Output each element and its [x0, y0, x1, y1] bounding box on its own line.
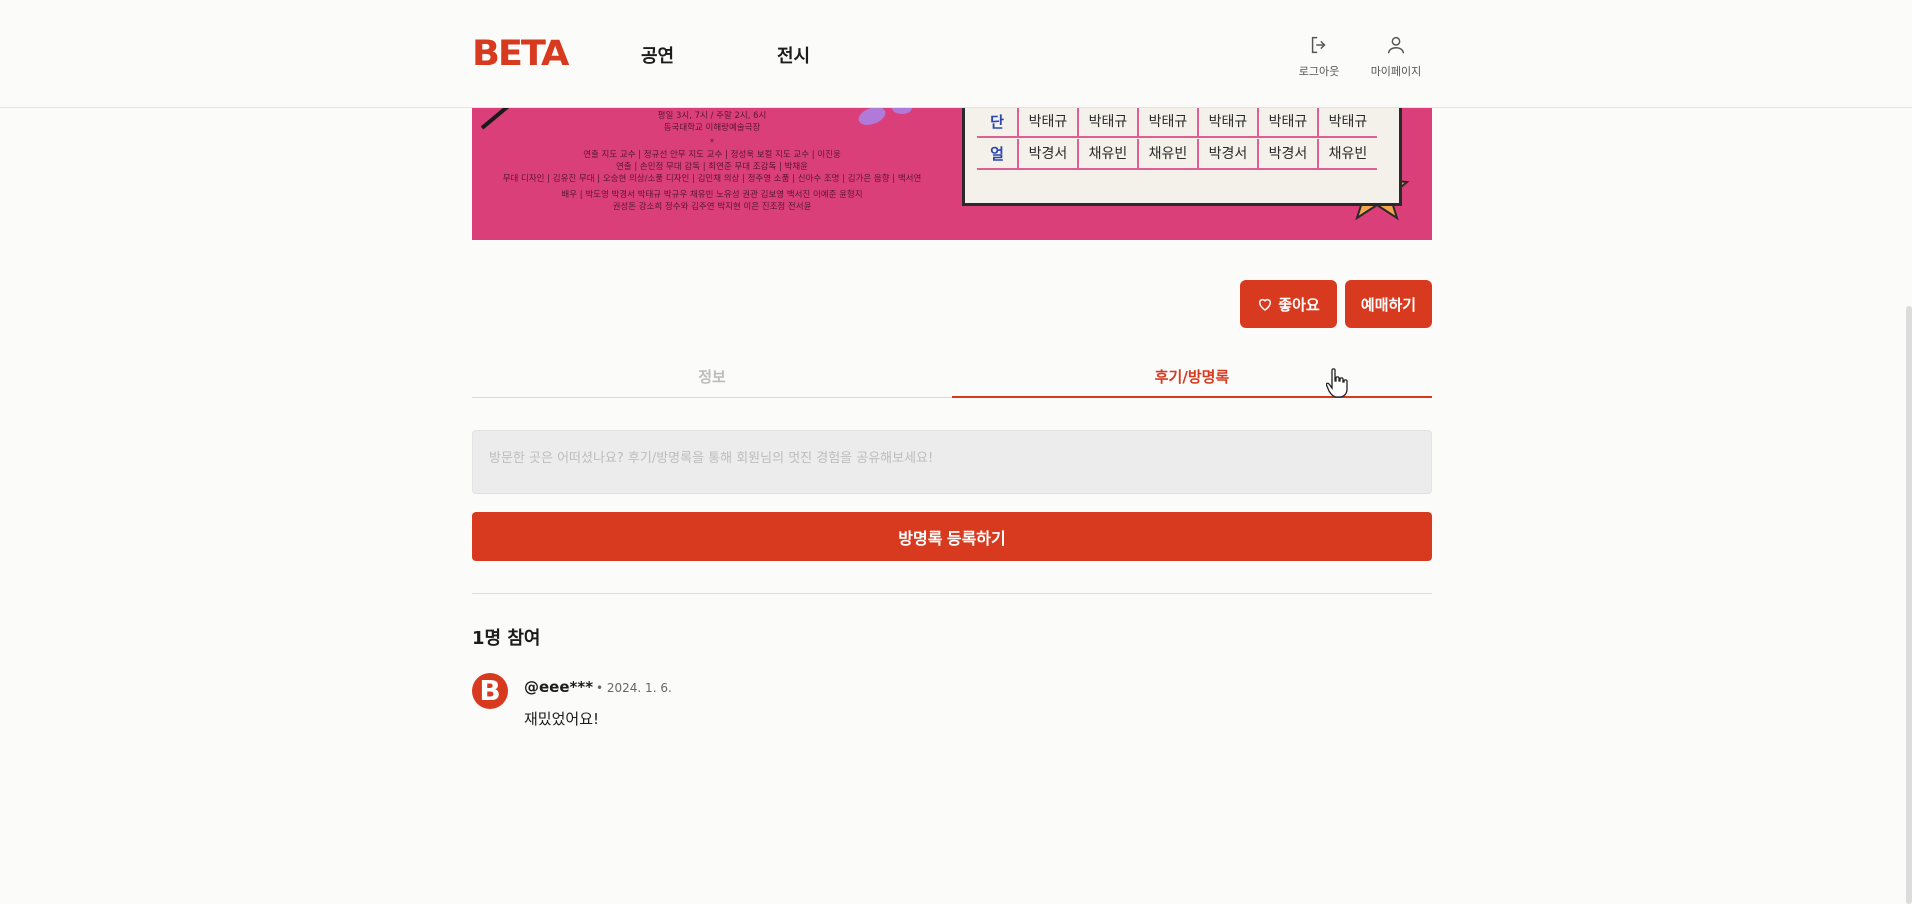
cast-row-head: 단 — [990, 113, 1004, 131]
cast-cell: 박태규 — [1077, 108, 1137, 137]
review-text: 재밌었어요! — [524, 710, 600, 728]
credit-line: 권성돈 강소희 정수와 김주연 박지현 이은 진조정 전서윤 — [612, 202, 812, 212]
participants-count: 1명 참여 — [472, 628, 541, 649]
like-label: 좋아요 — [1278, 296, 1320, 314]
logout-button[interactable]: 로그아웃 — [1284, 34, 1354, 79]
tab-reviews[interactable]: 후기/방명록 — [952, 360, 1432, 398]
scrollbar[interactable] — [1906, 306, 1912, 904]
cast-row: 얼 박경서 채유빈 채유빈 박경서 박경서 채유빈 — [977, 139, 1377, 170]
cast-cell: 박경서 — [1257, 139, 1317, 169]
review-input[interactable] — [472, 430, 1432, 494]
cast-cell: 박태규 — [1317, 108, 1377, 137]
like-button[interactable]: 좋아요 — [1240, 280, 1337, 328]
cast-cell: 채유빈 — [1137, 139, 1197, 169]
site-header: BETA 공연 전시 로그아웃 마이페이지 — [0, 0, 1912, 108]
nav-exhibition[interactable]: 전시 — [777, 42, 810, 68]
review-date: • 2024. 1. 6. — [596, 681, 672, 695]
tab-info[interactable]: 정보 — [472, 360, 952, 398]
mypage-button[interactable]: 마이페이지 — [1361, 34, 1431, 79]
book-button[interactable]: 예매하기 — [1345, 280, 1432, 328]
cast-cell: 박태규 — [1017, 108, 1077, 137]
poster-credits: 평일 3시, 7시 / 주말 2시, 6시 동국대학교 이해랑예술극장 * 연출… — [472, 108, 952, 213]
logout-label: 로그아웃 — [1298, 65, 1340, 78]
cast-cell: 박태규 — [1197, 108, 1257, 137]
avatar: B — [472, 673, 508, 709]
cast-row: 단 박태규 박태규 박태규 박태규 박태규 박태규 — [977, 108, 1377, 138]
cast-cell: 채유빈 — [1077, 139, 1137, 169]
credit-line: 평일 3시, 7시 / 주말 2시, 6시 — [657, 111, 767, 121]
cast-cell: 채유빈 — [1317, 139, 1377, 169]
cast-cell: 박태규 — [1137, 108, 1197, 137]
cast-cell: 박경서 — [1017, 139, 1077, 169]
submit-review-button[interactable]: 방명록 등록하기 — [472, 512, 1432, 561]
credit-line: * — [709, 138, 715, 148]
nav-performance[interactable]: 공연 — [641, 42, 674, 68]
performance-poster: 평일 3시, 7시 / 주말 2시, 6시 동국대학교 이해랑예술극장 * 연출… — [472, 108, 1432, 240]
cast-cell: 박경서 — [1197, 139, 1257, 169]
hand-cursor-icon — [1326, 368, 1348, 398]
credit-line: 연출 | 손민정 무대 감독 | 최연준 무대 조감독 | 박채윤 — [615, 162, 808, 172]
credit-line: 연출 지도 교수 | 정규선 안무 지도 교수 | 정성욱 보컬 지도 교수 |… — [583, 150, 841, 160]
review-username: @eee*** — [524, 678, 594, 696]
credit-line: 무대 디자인 | 김유진 무대 | 오승현 의상/소품 디자인 | 김민채 의상… — [502, 174, 922, 184]
credit-line: 동국대학교 이해랑예술극장 — [663, 123, 761, 133]
cast-row-head: 얼 — [990, 145, 1004, 163]
content-tabs: 정보 후기/방명록 — [472, 360, 1432, 398]
cast-schedule-table: 단 박태규 박태규 박태규 박태규 박태규 박태규 얼 박경서 채유빈 채유빈 … — [962, 108, 1402, 206]
user-icon — [1387, 36, 1405, 54]
credit-line: 배우 | 박도영 박경서 박태규 박규우 채유빈 노유성 권관 김보영 백서진 … — [561, 190, 863, 200]
cast-cell: 박태규 — [1257, 108, 1317, 137]
section-divider — [472, 593, 1432, 594]
beta-logo[interactable]: BETA — [472, 34, 569, 74]
heart-icon — [1259, 298, 1272, 311]
mypage-label: 마이페이지 — [1370, 65, 1422, 78]
logout-icon — [1311, 36, 1326, 54]
